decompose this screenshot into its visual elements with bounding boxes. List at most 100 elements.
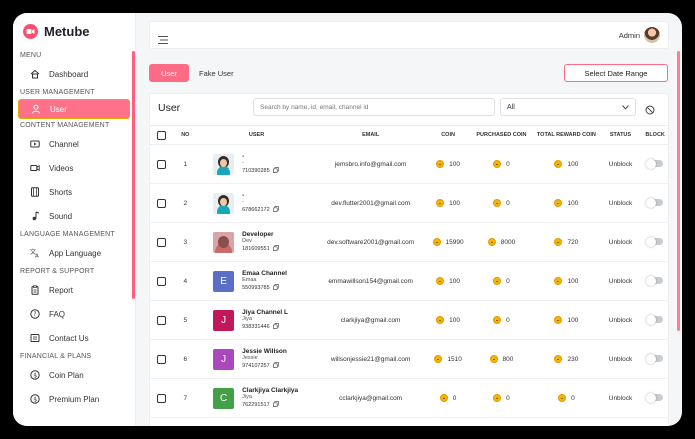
user-name: - [242, 152, 245, 160]
row-checkbox[interactable] [157, 315, 167, 325]
translate-icon: 文A [29, 247, 41, 259]
coin-value: 100 [449, 316, 460, 324]
sidebar-item-faq[interactable]: ? FAQ [13, 302, 135, 326]
purchased-coin-value: 0 [506, 394, 510, 402]
coin-cell: 100 [425, 183, 471, 223]
user-cell: J Jessie Willson Jessie 974107257 [197, 339, 316, 379]
admin-avatar[interactable] [644, 27, 660, 43]
table-row: 6 J Jessie Willson Jessie 974107257 will… [150, 339, 668, 379]
sidebar-item-dashboard[interactable]: Dashboard [13, 62, 135, 86]
user-name: Jessie Willson [242, 347, 287, 355]
block-toggle[interactable] [646, 197, 664, 208]
app-screen: Metube MENU Dashboard USER MANAGEMENT User C… [13, 13, 682, 426]
page-scrollbar[interactable] [677, 51, 680, 331]
block-cell [640, 144, 668, 184]
reward-coin-cell: 0 [532, 378, 601, 418]
sidebar-item-label: Videos [49, 163, 74, 173]
admin-label: Admin [618, 31, 640, 40]
purchased-coin-cell: 800 [470, 339, 533, 379]
sidebar-item-videos[interactable]: Videos [13, 156, 135, 180]
purchased-coin-cell: 0 [470, 144, 533, 184]
copy-icon[interactable] [272, 322, 279, 331]
user-email: cclarkjiya@gmail.com [315, 378, 426, 418]
filter-select[interactable]: All [500, 98, 636, 116]
avatar-letter: J [221, 353, 227, 365]
shorts-icon [29, 186, 41, 198]
user-name: - [242, 191, 245, 199]
avatar [213, 192, 235, 214]
coin-icon [554, 355, 563, 363]
tab-user[interactable]: User [149, 64, 189, 82]
coin-value: 100 [449, 277, 460, 285]
avatar-letter: C [219, 392, 228, 404]
clear-filter-icon[interactable] [645, 102, 655, 120]
copy-icon[interactable] [272, 166, 279, 175]
header-email: EMAIL [315, 125, 426, 145]
row-number: 6 [173, 339, 198, 379]
row-checkbox[interactable] [157, 159, 167, 169]
sidebar-item-label: Contact Us [49, 333, 89, 343]
sidebar-item-app-language[interactable]: 文 A App Language [13, 241, 135, 265]
block-toggle[interactable] [646, 392, 664, 403]
hamburger-menu-icon[interactable] [158, 31, 168, 49]
sidebar-scrollbar[interactable] [132, 51, 135, 299]
row-checkbox[interactable] [157, 354, 167, 364]
user-id: 181609551 [242, 245, 270, 252]
coin-icon [436, 277, 445, 285]
sidebar: Metube MENU Dashboard USER MANAGEMENT User C… [13, 13, 136, 426]
tab-fake-user[interactable]: Fake User [199, 64, 234, 82]
row-checkbox-cell [150, 144, 174, 184]
sidebar-item-premium-plan[interactable]: $ Premium Plan [13, 387, 135, 411]
select-date-range-button[interactable]: Select Date Range [564, 64, 668, 82]
block-toggle[interactable] [646, 275, 664, 286]
sidebar-item-contact-us[interactable]: Contact Us [13, 326, 135, 350]
help-icon: ? [29, 308, 41, 320]
sidebar-item-report[interactable]: Report [13, 278, 135, 302]
row-checkbox[interactable] [157, 276, 167, 286]
coin-cell: 0 [425, 378, 471, 418]
purchased-coin-value: 0 [506, 160, 510, 168]
copy-icon[interactable] [272, 361, 279, 370]
row-number: 1 [173, 144, 198, 184]
sidebar-item-channel[interactable]: Channel [13, 132, 135, 156]
block-cell [640, 378, 668, 418]
copy-icon[interactable] [272, 400, 279, 409]
block-toggle[interactable] [646, 314, 664, 325]
reward-coin-cell: 100 [532, 261, 601, 301]
reward-coin-value: 100 [567, 199, 579, 207]
select-all-checkbox[interactable] [157, 130, 167, 140]
reward-coin-cell: 100 [532, 300, 601, 340]
report-icon [29, 284, 41, 296]
sidebar-item-sound[interactable]: Sound [13, 204, 135, 228]
search-input[interactable]: Search by name, id, email, channel id [253, 98, 495, 116]
avatar-letter: E [220, 275, 227, 287]
row-checkbox[interactable] [157, 237, 167, 247]
contact-icon [29, 332, 41, 344]
sidebar-section-title: CONTENT MANAGEMENT [20, 122, 110, 129]
row-checkbox[interactable] [157, 198, 167, 208]
copy-icon[interactable] [272, 244, 279, 253]
user-id: 678662172 [242, 206, 270, 213]
table-header-row: NO USER EMAIL COIN PURCHASED COIN TOTAL … [150, 125, 668, 145]
chevron-down-icon [622, 104, 629, 110]
user-id: 550993785 [242, 284, 270, 291]
copy-icon[interactable] [272, 205, 279, 214]
copy-icon[interactable] [272, 283, 279, 292]
block-toggle[interactable] [646, 353, 664, 364]
coin-icon [489, 355, 498, 363]
coin-icon [493, 394, 502, 402]
sidebar-item-label: Sound [49, 211, 73, 221]
brand[interactable]: Metube [13, 13, 135, 49]
sidebar-item-user[interactable]: User [18, 99, 130, 119]
user-email: clarkjiya@gmail.com [315, 300, 426, 340]
row-checkbox[interactable] [157, 393, 167, 403]
block-toggle[interactable] [646, 158, 664, 169]
svg-text:?: ? [33, 311, 36, 318]
sidebar-item-shorts[interactable]: Shorts [13, 180, 135, 204]
coin-icon [554, 160, 563, 168]
purchased-coin-cell: 0 [470, 261, 533, 301]
row-number: 7 [173, 378, 198, 418]
row-checkbox-cell [150, 378, 174, 418]
block-toggle[interactable] [646, 236, 664, 247]
sidebar-item-coin-plan[interactable]: $ Coin Plan [13, 363, 135, 387]
